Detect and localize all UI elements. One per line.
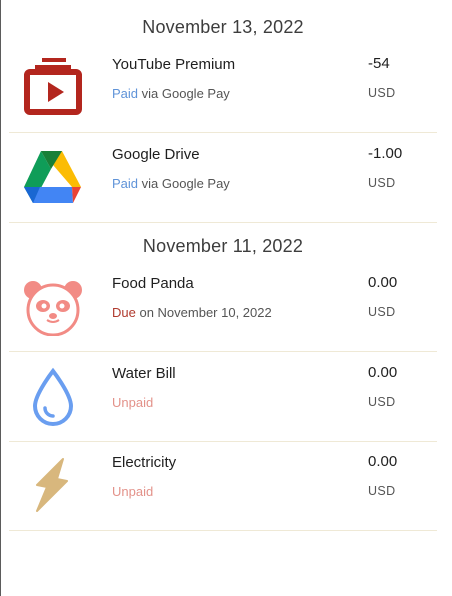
transaction-amount: 0.00 (368, 274, 398, 291)
google-drive-icon (23, 147, 83, 207)
transaction-amount: -54 (368, 55, 390, 72)
transaction-row-google-drive[interactable]: Google Drive Paid via Google Pay -1.00 U… (9, 133, 437, 223)
transaction-status-line: Unpaid (112, 484, 153, 499)
transaction-currency: USD (368, 395, 396, 409)
status-unpaid: Unpaid (112, 484, 154, 499)
status-paid: Paid (112, 86, 139, 101)
water-drop-icon (23, 366, 83, 426)
status-due: Due (112, 305, 136, 320)
transaction-status-line: Paid via Google Pay (112, 86, 230, 101)
transaction-status-line: Due on November 10, 2022 (112, 305, 272, 320)
transaction-currency: USD (368, 484, 396, 498)
food-panda-icon (23, 276, 83, 337)
transaction-status-line: Paid via Google Pay (112, 176, 230, 191)
transaction-title: Google Drive (112, 146, 200, 163)
status-detail: on November 10, 2022 (135, 305, 272, 320)
transaction-status-line: Unpaid (112, 395, 153, 410)
transaction-amount: 0.00 (368, 453, 398, 470)
transaction-currency: USD (368, 86, 396, 100)
status-detail: via Google Pay (138, 176, 230, 191)
youtube-icon (23, 57, 83, 117)
transaction-row-food-panda[interactable]: Food Panda Due on November 10, 2022 0.00… (9, 262, 437, 352)
transaction-currency: USD (368, 176, 396, 190)
transaction-amount: 0.00 (368, 364, 398, 381)
status-paid: Paid (112, 176, 139, 191)
transaction-title: Electricity (112, 454, 177, 471)
transaction-currency: USD (368, 305, 396, 319)
transaction-row-youtube-premium[interactable]: YouTube Premium Paid via Google Pay -54 … (9, 43, 437, 133)
lightning-icon (23, 455, 83, 515)
transaction-row-electricity[interactable]: Electricity Unpaid 0.00 USD (9, 441, 437, 531)
left-border (0, 0, 1, 596)
status-detail: via Google Pay (138, 86, 230, 101)
transaction-title: Water Bill (112, 365, 176, 382)
transaction-amount: -1.00 (368, 145, 403, 162)
transaction-row-water-bill[interactable]: Water Bill Unpaid 0.00 USD (9, 352, 437, 442)
status-unpaid: Unpaid (112, 395, 154, 410)
date-header: November 13, 2022 (142, 17, 304, 37)
transaction-title: YouTube Premium (112, 56, 236, 73)
date-header: November 11, 2022 (142, 236, 304, 256)
transaction-title: Food Panda (112, 275, 194, 292)
